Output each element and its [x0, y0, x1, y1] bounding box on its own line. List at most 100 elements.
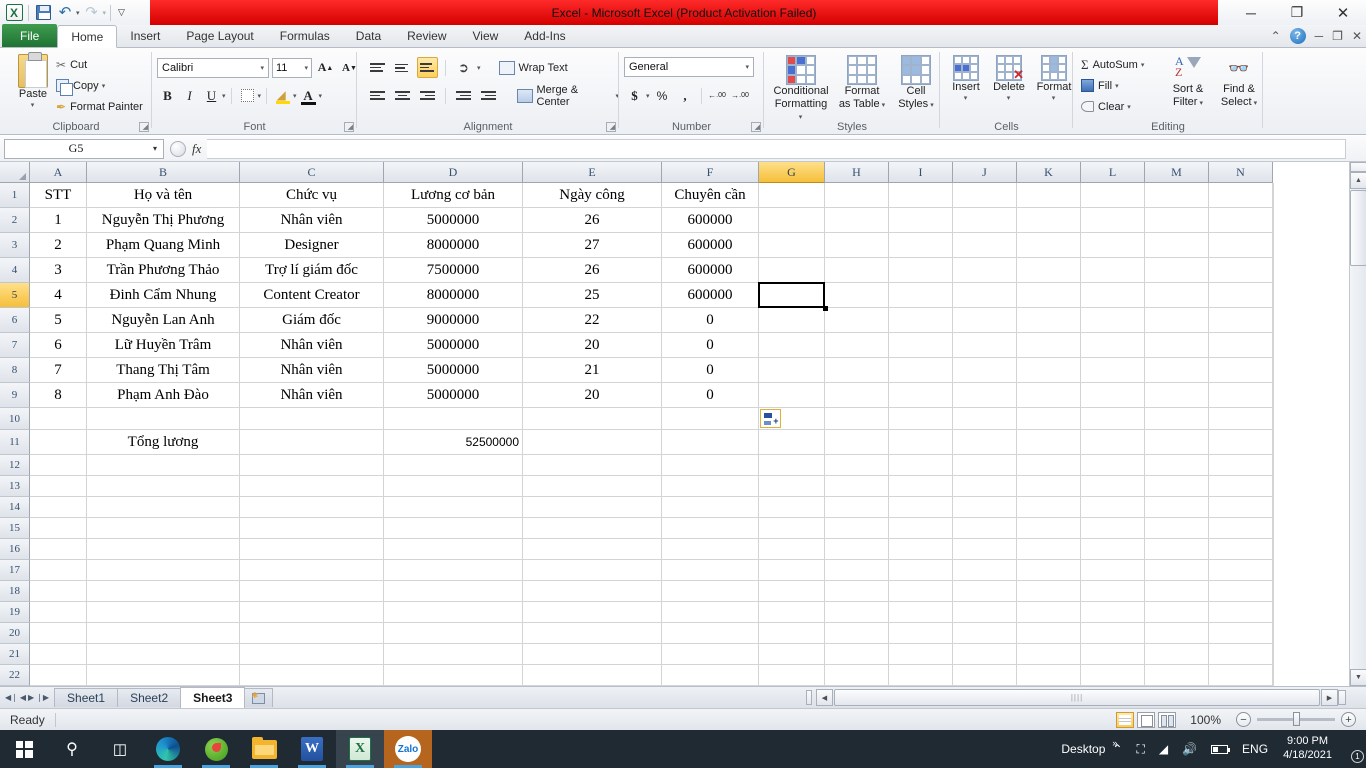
- increase-indent-icon[interactable]: [478, 85, 499, 106]
- cell-styles-dropdown-icon[interactable]: ▾: [930, 102, 934, 109]
- collapse-ribbon-icon[interactable]: ⌃: [1271, 29, 1281, 43]
- bold-button[interactable]: B: [157, 85, 178, 106]
- cell-D5[interactable]: 8000000: [384, 283, 522, 307]
- sheet-tab-sheet2[interactable]: Sheet2: [117, 688, 182, 707]
- page-break-view-icon[interactable]: [1158, 711, 1176, 728]
- zoom-out-button[interactable]: −: [1236, 712, 1251, 727]
- italic-button[interactable]: I: [179, 85, 200, 106]
- decrease-indent-icon[interactable]: [453, 85, 474, 106]
- cell-B11[interactable]: Tổng lương: [87, 430, 239, 454]
- zoom-slider-thumb[interactable]: [1293, 712, 1300, 726]
- cell-C3[interactable]: Designer: [240, 233, 383, 257]
- undo-dropdown-icon[interactable]: ▾: [76, 9, 80, 17]
- row-header-11[interactable]: 11: [0, 430, 30, 455]
- copy-dropdown-icon[interactable]: ▾: [102, 82, 106, 90]
- battery-icon[interactable]: [1204, 744, 1235, 754]
- clear-button[interactable]: Clear ▾: [1081, 96, 1144, 117]
- cell-styles-button[interactable]: Cell Styles ▾: [894, 55, 938, 123]
- restore-button[interactable]: ❐: [1274, 0, 1320, 25]
- workbook-close-icon[interactable]: ✕: [1352, 29, 1362, 43]
- name-box[interactable]: G5 ▾: [4, 138, 164, 159]
- cell-C6[interactable]: Giám đốc: [240, 308, 383, 332]
- clear-dropdown-icon[interactable]: ▾: [1127, 103, 1131, 111]
- cell-C1[interactable]: Chức vụ: [240, 183, 383, 207]
- cell-B1[interactable]: Họ và tên: [87, 183, 239, 207]
- workbook-minimize-icon[interactable]: ─: [1315, 29, 1324, 43]
- cell-F9[interactable]: 0: [662, 383, 758, 407]
- scroll-left-button[interactable]: ◀: [816, 689, 833, 706]
- horizontal-split-right[interactable]: [1338, 690, 1346, 705]
- cell-D8[interactable]: 5000000: [384, 358, 522, 382]
- currency-dropdown-icon[interactable]: ▾: [646, 92, 650, 100]
- cell-C8[interactable]: Nhân viên: [240, 358, 383, 382]
- tab-insert[interactable]: Insert: [117, 24, 173, 47]
- column-header-k[interactable]: K: [1017, 162, 1081, 183]
- column-header-a[interactable]: A: [30, 162, 87, 183]
- notifications-icon[interactable]: 1: [1340, 739, 1364, 763]
- cell-E2[interactable]: 26: [523, 208, 661, 232]
- vertical-split-handle[interactable]: [1350, 162, 1366, 172]
- font-name-dropdown-icon[interactable]: ▾: [260, 64, 264, 72]
- cell-A5[interactable]: 4: [30, 283, 86, 307]
- save-icon[interactable]: [33, 3, 53, 23]
- row-header-1[interactable]: 1: [0, 183, 30, 208]
- cell-D6[interactable]: 9000000: [384, 308, 522, 332]
- prev-sheet-button[interactable]: ◀: [20, 693, 26, 702]
- autosum-button[interactable]: Σ AutoSum ▾: [1081, 54, 1144, 75]
- next-sheet-button[interactable]: ▶: [28, 693, 34, 702]
- sort-filter-button[interactable]: A Z Sort & Filter ▾: [1165, 54, 1211, 108]
- cell-D4[interactable]: 7500000: [384, 258, 522, 282]
- format-cells-dropdown-icon[interactable]: ▾: [1052, 94, 1056, 102]
- format-as-table-dropdown-icon[interactable]: ▾: [882, 102, 886, 109]
- sheet-tab-sheet3[interactable]: Sheet3: [180, 687, 246, 708]
- cell-D3[interactable]: 8000000: [384, 233, 522, 257]
- column-header-f[interactable]: F: [662, 162, 759, 183]
- tab-file[interactable]: File: [2, 24, 58, 47]
- normal-view-icon[interactable]: [1116, 711, 1134, 728]
- cell-D1[interactable]: Lương cơ bản: [384, 183, 522, 207]
- format-cells-button[interactable]: Format ▾: [1034, 55, 1074, 102]
- row-header-20[interactable]: 20: [0, 623, 30, 644]
- page-layout-view-icon[interactable]: [1137, 711, 1155, 728]
- cell-A6[interactable]: 5: [30, 308, 86, 332]
- cell-B7[interactable]: Lữ Huyền Trâm: [87, 333, 239, 357]
- excel-icon[interactable]: X: [336, 730, 384, 768]
- cell-B6[interactable]: Nguyễn Lan Anh: [87, 308, 239, 332]
- sort-filter-dropdown-icon[interactable]: ▾: [1200, 100, 1204, 107]
- grow-font-icon[interactable]: A ▲: [315, 57, 336, 78]
- zoom-slider[interactable]: [1257, 712, 1335, 726]
- cell-A8[interactable]: 7: [30, 358, 86, 382]
- cell-F4[interactable]: 600000: [662, 258, 758, 282]
- scroll-down-button[interactable]: ▼: [1350, 669, 1366, 686]
- row-header-7[interactable]: 7: [0, 333, 30, 358]
- language-indicator[interactable]: ENG: [1235, 742, 1275, 756]
- cell-F1[interactable]: Chuyên cần: [662, 183, 758, 207]
- minimize-button[interactable]: ─: [1228, 0, 1274, 25]
- tab-page-layout[interactable]: Page Layout: [173, 24, 266, 47]
- align-top-icon[interactable]: [367, 57, 388, 78]
- align-right-icon[interactable]: [417, 85, 438, 106]
- cell-A3[interactable]: 2: [30, 233, 86, 257]
- cell-F2[interactable]: 600000: [662, 208, 758, 232]
- cell-C7[interactable]: Nhân viên: [240, 333, 383, 357]
- column-header-b[interactable]: B: [87, 162, 240, 183]
- tab-view[interactable]: View: [460, 24, 512, 47]
- underline-button[interactable]: U: [201, 85, 222, 106]
- cell-B9[interactable]: Phạm Anh Đào: [87, 383, 239, 407]
- clipboard-dialog-launcher[interactable]: ◢: [139, 122, 149, 132]
- fill-color-icon[interactable]: ◢: [272, 85, 293, 106]
- vertical-scrollbar[interactable]: ▲ ▼: [1349, 162, 1366, 686]
- file-explorer-icon[interactable]: [240, 730, 288, 768]
- show-hidden-icons-icon[interactable]: ⌃: [1105, 742, 1129, 756]
- insert-cells-dropdown-icon[interactable]: ▾: [964, 94, 968, 102]
- tab-data[interactable]: Data: [343, 24, 394, 47]
- tray-overflow-icon[interactable]: »: [1112, 738, 1117, 748]
- insert-function-icon[interactable]: fx: [192, 141, 201, 157]
- comma-style-icon[interactable]: ,: [675, 85, 696, 106]
- autosum-dropdown-icon[interactable]: ▾: [1141, 61, 1145, 69]
- close-button[interactable]: ✕: [1320, 0, 1366, 25]
- help-icon[interactable]: ?: [1289, 28, 1306, 44]
- last-sheet-button[interactable]: ❘▶: [36, 693, 49, 702]
- find-select-button[interactable]: 👓 Find & Select ▾: [1215, 55, 1263, 108]
- cell-A2[interactable]: 1: [30, 208, 86, 232]
